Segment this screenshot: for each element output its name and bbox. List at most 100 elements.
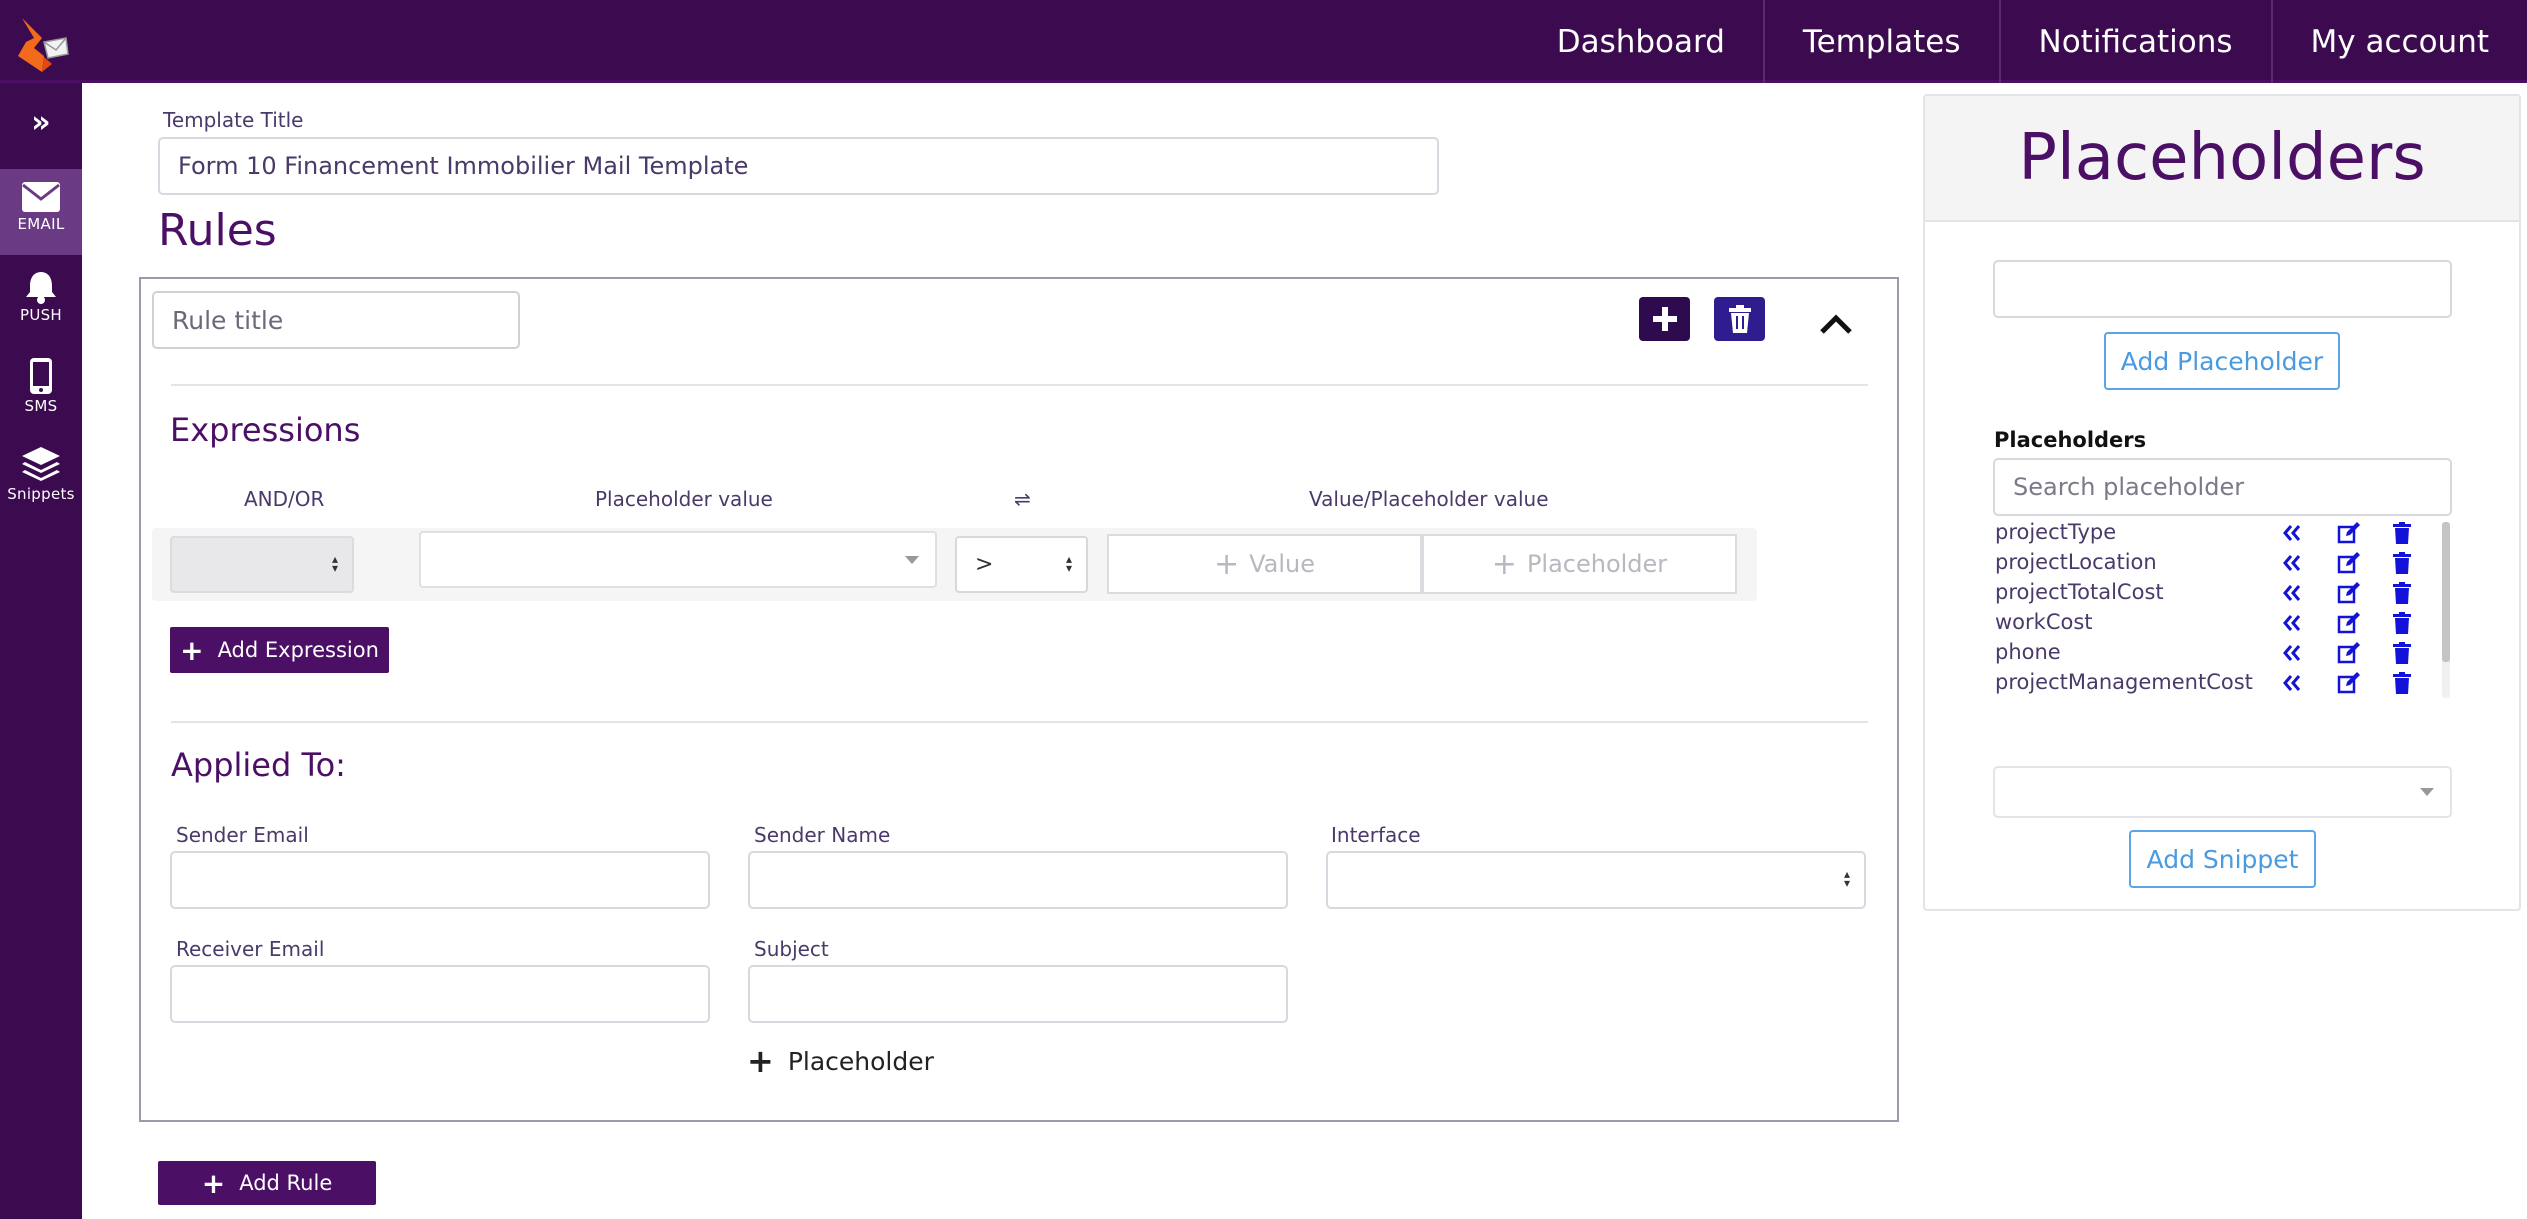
template-title-label: Template Title <box>163 108 304 132</box>
interface-label: Interface <box>1331 823 1421 847</box>
trash-icon[interactable] <box>2390 551 2414 575</box>
insert-double-chevron-left-icon[interactable] <box>2280 641 2304 665</box>
mobile-icon <box>30 358 52 394</box>
add-expression-button[interactable]: + Add Expression <box>170 627 389 673</box>
nav-notifications[interactable]: Notifications <box>1998 0 2271 83</box>
sender-email-field[interactable] <box>170 851 710 909</box>
edit-icon[interactable] <box>2337 671 2361 695</box>
sender-email-label: Sender Email <box>176 823 309 847</box>
placeholders-list-label: Placeholders <box>1994 428 2147 452</box>
list-item: projectTotalCost <box>1993 578 2433 608</box>
receiver-email-label: Receiver Email <box>176 937 325 961</box>
sidebar: » EMAIL PUSH SMS Snippets <box>0 83 82 1219</box>
caret-down-icon <box>2420 788 2434 796</box>
insert-double-chevron-left-icon[interactable] <box>2280 551 2304 575</box>
updown-arrows-icon: ▴ ▾ <box>1843 867 1851 890</box>
add-placeholder-link[interactable]: + Placeholder <box>747 1042 934 1080</box>
snippet-select[interactable] <box>1993 766 2452 818</box>
layers-icon <box>22 447 60 481</box>
envelope-icon <box>22 182 60 212</box>
add-expression-label: Add Expression <box>217 638 379 662</box>
add-rule-item-button[interactable] <box>1639 297 1690 341</box>
add-rule-button[interactable]: + Add Rule <box>158 1161 376 1205</box>
expression-row: ▴ ▾ > ▴ ▾ + Value + Placeholder <box>152 528 1757 601</box>
new-placeholder-input[interactable] <box>1993 260 2452 318</box>
list-item: workCost <box>1993 608 2433 638</box>
plus-icon: + <box>180 633 204 667</box>
expressions-heading: Expressions <box>170 411 361 449</box>
sidebar-item-label: Snippets <box>7 485 75 503</box>
search-placeholder-input[interactable]: Search placeholder <box>1993 458 2452 516</box>
insert-double-chevron-left-icon[interactable] <box>2280 611 2304 635</box>
sidebar-item-email[interactable]: EMAIL <box>0 169 82 255</box>
andor-select[interactable]: ▴ ▾ <box>170 536 354 593</box>
edit-icon[interactable] <box>2337 521 2361 545</box>
edit-icon[interactable] <box>2337 611 2361 635</box>
applied-to-heading: Applied To: <box>171 746 346 784</box>
divider <box>171 384 1868 386</box>
placeholders-scrollbar-thumb[interactable] <box>2442 522 2450 662</box>
list-item: projectLocation <box>1993 548 2433 578</box>
updown-arrows-icon: ▴ ▾ <box>1065 552 1073 575</box>
sidebar-item-snippets[interactable]: Snippets <box>0 433 82 519</box>
value-button[interactable]: + Value <box>1107 534 1422 594</box>
insert-double-chevron-left-icon[interactable] <box>2280 521 2304 545</box>
placeholder-button[interactable]: + Placeholder <box>1422 534 1737 594</box>
edit-icon[interactable] <box>2337 641 2361 665</box>
nav-templates[interactable]: Templates <box>1762 0 1999 83</box>
trash-icon[interactable] <box>2390 671 2414 695</box>
plus-icon: + <box>1213 546 1240 582</box>
trash-icon[interactable] <box>2390 641 2414 665</box>
placeholder-value-select[interactable] <box>419 531 937 588</box>
add-placeholder-link-label: Placeholder <box>787 1046 934 1076</box>
app-logo[interactable] <box>12 8 72 78</box>
col-value-header: Value/Placeholder value <box>1309 487 1549 511</box>
chevron-up-icon[interactable] <box>1816 304 1856 344</box>
trash-icon[interactable] <box>2390 521 2414 545</box>
template-title-input[interactable]: Form 10 Financement Immobilier Mail Temp… <box>158 137 1439 195</box>
placeholders-panel-title: Placeholders <box>1925 96 2519 222</box>
edit-icon[interactable] <box>2337 551 2361 575</box>
trash-icon[interactable] <box>2390 611 2414 635</box>
placeholders-panel: Placeholders Add Placeholder Placeholder… <box>1923 94 2521 911</box>
list-item: phone <box>1993 638 2433 668</box>
rules-heading: Rules <box>158 205 277 256</box>
sidebar-expand-toggle[interactable]: » <box>0 103 82 143</box>
rule-title-input[interactable]: Rule title <box>152 291 520 349</box>
trash-icon <box>1728 305 1751 333</box>
sidebar-item-push[interactable]: PUSH <box>0 258 82 344</box>
receiver-email-field[interactable] <box>170 965 710 1023</box>
placeholder-name: projectManagementCost <box>1995 670 2253 694</box>
operator-select[interactable]: > ▴ ▾ <box>955 536 1088 593</box>
sidebar-item-label: SMS <box>24 397 58 415</box>
insert-double-chevron-left-icon[interactable] <box>2280 671 2304 695</box>
add-placeholder-button[interactable]: Add Placeholder <box>2104 332 2340 390</box>
divider <box>171 721 1868 723</box>
add-rule-label: Add Rule <box>239 1171 333 1195</box>
rule-card: Rule title Expressions AND/OR Placeholde… <box>139 277 1899 1122</box>
nav-my-account[interactable]: My account <box>2270 0 2527 83</box>
operator-value: > <box>975 552 994 577</box>
sender-name-field[interactable] <box>748 851 1288 909</box>
placeholders-list: projectType projectLocation projectTotal… <box>1993 518 2452 698</box>
sidebar-item-sms[interactable]: SMS <box>0 345 82 431</box>
list-item: projectType <box>1993 518 2433 548</box>
col-placeholder-header: Placeholder value <box>595 487 773 511</box>
updown-arrows-icon: ▴ ▾ <box>331 552 339 575</box>
edit-icon[interactable] <box>2337 581 2361 605</box>
bell-icon <box>26 272 56 304</box>
placeholder-button-label: Placeholder <box>1526 550 1668 578</box>
placeholder-name: projectTotalCost <box>1995 580 2164 604</box>
trash-icon[interactable] <box>2390 581 2414 605</box>
plus-icon: + <box>747 1042 774 1080</box>
subject-field[interactable] <box>748 965 1288 1023</box>
insert-double-chevron-left-icon[interactable] <box>2280 581 2304 605</box>
interface-select[interactable]: ▴ ▾ <box>1326 851 1866 909</box>
delete-rule-button[interactable] <box>1714 297 1765 341</box>
add-snippet-button[interactable]: Add Snippet <box>2129 830 2316 888</box>
nav-dashboard[interactable]: Dashboard <box>1519 0 1763 83</box>
col-andor-header: AND/OR <box>244 487 325 511</box>
top-navbar: Dashboard Templates Notifications My acc… <box>0 0 2527 83</box>
placeholder-name: phone <box>1995 640 2061 664</box>
swap-icon[interactable]: ⇌ <box>1014 487 1031 511</box>
